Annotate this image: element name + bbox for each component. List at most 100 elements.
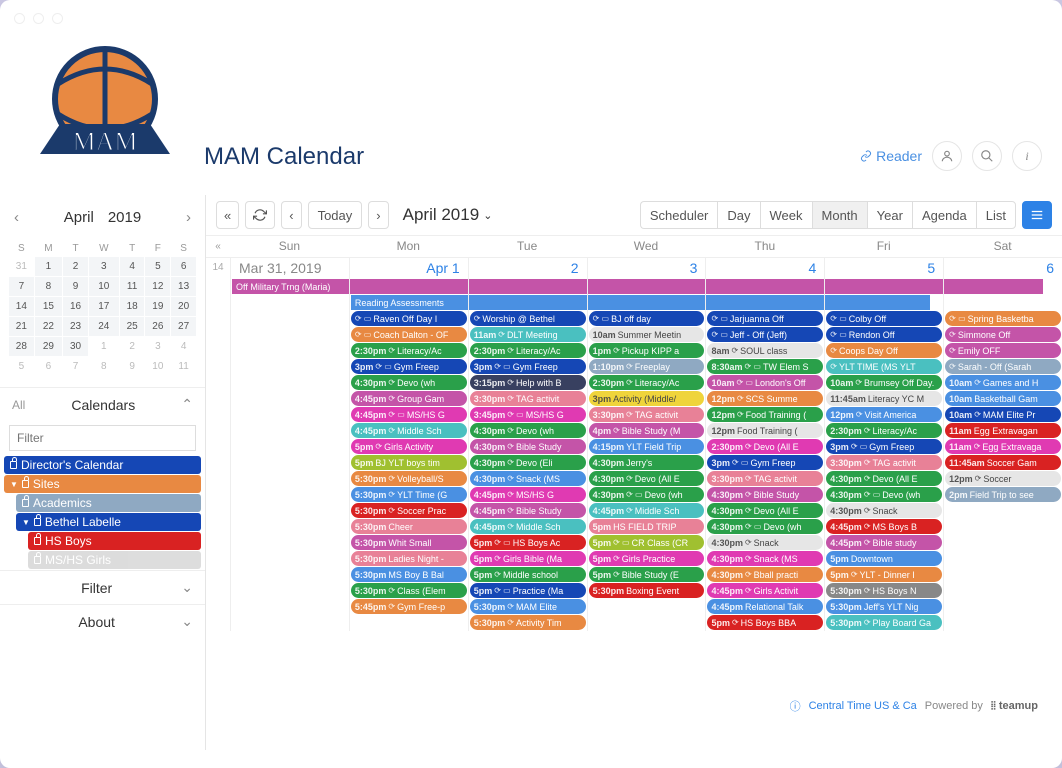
date-cell[interactable]: 2 [468, 258, 587, 278]
event[interactable]: ⟳ ▭Raven Off Day I [351, 311, 467, 326]
event[interactable]: 5:30pmJeff's YLT Nig [826, 599, 942, 614]
minical-day[interactable]: 14 [9, 297, 34, 316]
about-heading[interactable]: About [12, 614, 181, 630]
calendar-item[interactable]: Academics [16, 494, 201, 512]
mini-calendar[interactable]: SMTWTFS311234567891011121314151617181920… [0, 236, 205, 387]
event[interactable]: 4:30pm⟳Devo (All E [589, 471, 705, 486]
minical-day[interactable]: 10 [145, 357, 170, 376]
minical-day[interactable]: 25 [120, 317, 145, 336]
minical-day[interactable]: 20 [171, 297, 196, 316]
event[interactable]: 4:30pm⟳Snack (MS [707, 551, 823, 566]
minical-day[interactable]: 5 [145, 257, 170, 276]
minical-day[interactable]: 19 [145, 297, 170, 316]
minical-day[interactable]: 17 [89, 297, 119, 316]
brand-logo[interactable]: ⦙⦙ teamup [991, 700, 1038, 713]
event[interactable]: ⟳Worship @ Bethel [470, 311, 586, 326]
event[interactable]: 3:30pm⟳TAG activit [826, 455, 942, 470]
search-icon[interactable] [972, 141, 1002, 171]
event[interactable]: ⟳ ▭Spring Basketba [945, 311, 1061, 326]
event[interactable]: 3pm⟳ ▭Gym Freep [707, 455, 823, 470]
minical-day[interactable]: 13 [171, 277, 196, 296]
timezone-link[interactable]: Central Time US & Ca [809, 700, 917, 712]
minical-day[interactable]: 23 [63, 317, 88, 336]
chevron-down-icon[interactable]: ⌄ [181, 613, 193, 630]
event[interactable]: 4:45pm⟳Middle Sch [351, 423, 467, 438]
day-column[interactable]: ⟳ ▭Raven Off Day I⟳ ▭Coach Dalton - OF2:… [349, 310, 468, 631]
event[interactable]: 11:45amSoccer Gam [945, 455, 1061, 470]
view-week[interactable]: Week [760, 201, 812, 229]
calendar-item[interactable]: ▼Sites [4, 475, 201, 493]
event[interactable]: 3pm⟳ ▭Gym Freep [826, 439, 942, 454]
event[interactable]: 2:30pm⟳Literacy/Ac [351, 343, 467, 358]
minical-day[interactable]: 26 [145, 317, 170, 336]
event[interactable]: 4:45pm⟳Group Gam [351, 391, 467, 406]
view-day[interactable]: Day [717, 201, 759, 229]
info-icon[interactable]: i [1012, 141, 1042, 171]
event[interactable]: 4:30pm⟳Bball practi [707, 567, 823, 582]
minical-day[interactable]: 21 [9, 317, 34, 336]
minical-day[interactable]: 6 [171, 257, 196, 276]
minical-day[interactable]: 4 [171, 337, 196, 356]
event[interactable]: 4:30pm⟳ ▭Devo (wh [826, 487, 942, 502]
event[interactable]: 4:45pm⟳Girls Activit [707, 583, 823, 598]
event[interactable]: 11:45amLiteracy YC M [826, 391, 942, 406]
minical-day[interactable]: 12 [145, 277, 170, 296]
event[interactable]: 5:30pm⟳Volleyball/S [351, 471, 467, 486]
prev-button[interactable]: ‹ [281, 201, 301, 229]
event[interactable]: 4:45pm⟳Bible study [826, 535, 942, 550]
event[interactable]: 5:45pm⟳Gym Free-p [351, 599, 467, 614]
event[interactable]: 10am⟳Games and H [945, 375, 1061, 390]
traffic-light-min[interactable] [33, 13, 44, 24]
event[interactable]: 11amEgg Extravagan [945, 423, 1061, 438]
event[interactable]: ⟳ ▭Jeff - Off (Jeff) [707, 327, 823, 342]
view-month[interactable]: Month [812, 201, 867, 229]
minical-day[interactable]: 22 [35, 317, 62, 336]
event[interactable]: 5pm⟳ ▭CR Class (CR [589, 535, 705, 550]
event[interactable]: ⟳ ▭Rendon Off [826, 327, 942, 342]
event[interactable]: 5pm⟳Middle school [470, 567, 586, 582]
minical-day[interactable]: 5 [9, 357, 34, 376]
event[interactable]: 8:30am⟳ ▭TW Elem S [707, 359, 823, 374]
event[interactable]: 3:15pm⟳Help with B [470, 375, 586, 390]
minical-day[interactable]: 11 [120, 277, 145, 296]
event[interactable]: 11am⟳DLT Meeting [470, 327, 586, 342]
event[interactable]: 3pm⟳ ▭Gym Freep [470, 359, 586, 374]
event[interactable]: 5pm⟳HS Boys BBA [707, 615, 823, 630]
calendar-item[interactable]: ▼Bethel Labelle [16, 513, 201, 531]
minical-day[interactable]: 1 [35, 257, 62, 276]
event[interactable]: 5pm⟳YLT - Dinner I [826, 567, 942, 582]
event[interactable]: 5:30pm⟳HS Boys N [826, 583, 942, 598]
event[interactable]: 4:30pm⟳Devo (All E [707, 503, 823, 518]
event[interactable]: 4:45pm⟳MS/HS G [470, 487, 586, 502]
event[interactable]: 11am⟳Egg Extravaga [945, 439, 1061, 454]
event[interactable]: 5pm⟳ ▭Practice (Ma [470, 583, 586, 598]
minical-day[interactable]: 27 [171, 317, 196, 336]
event[interactable]: ⟳Sarah - Off (Sarah [945, 359, 1061, 374]
traffic-light-close[interactable] [14, 13, 25, 24]
minical-day[interactable]: 2 [63, 257, 88, 276]
event[interactable]: 2:30pm⟳Literacy/Ac [589, 375, 705, 390]
minical-day[interactable]: 31 [9, 257, 34, 276]
event[interactable]: 4:30pm⟳Devo (wh [351, 375, 467, 390]
event[interactable]: 2pmField Trip to see [945, 487, 1061, 502]
event[interactable]: 5:30pm⟳Play Board Ga [826, 615, 942, 630]
date-cell[interactable]: 3 [587, 258, 706, 278]
event[interactable]: 10amSummer Meetin [589, 327, 705, 342]
event[interactable]: ⟳YLT TIME (MS YLT [826, 359, 942, 374]
minical-day[interactable]: 10 [89, 277, 119, 296]
event[interactable]: 4:45pm⟳MS Boys B [826, 519, 942, 534]
event[interactable]: 3:30pm⟳TAG activit [707, 471, 823, 486]
minical-day[interactable]: 6 [35, 357, 62, 376]
minical-day[interactable]: 1 [89, 337, 119, 356]
event[interactable]: 3:30pm⟳TAG activit [589, 407, 705, 422]
event[interactable]: 5pm⟳Girls Bible (Ma [470, 551, 586, 566]
minical-prev[interactable]: ‹ [10, 205, 23, 230]
minical-day[interactable]: 9 [120, 357, 145, 376]
event[interactable]: 10am⟳Brumsey Off Day. [826, 375, 942, 390]
calendar-item[interactable]: MS/HS Girls [28, 551, 201, 569]
event[interactable]: 5pm⟳Girls Activity [351, 439, 467, 454]
event[interactable]: 4:15pmYLT Field Trip [589, 439, 705, 454]
event[interactable]: 1pm⟳Pickup KIPP a [589, 343, 705, 358]
view-list[interactable]: List [976, 201, 1016, 229]
refresh-button[interactable] [245, 201, 275, 229]
